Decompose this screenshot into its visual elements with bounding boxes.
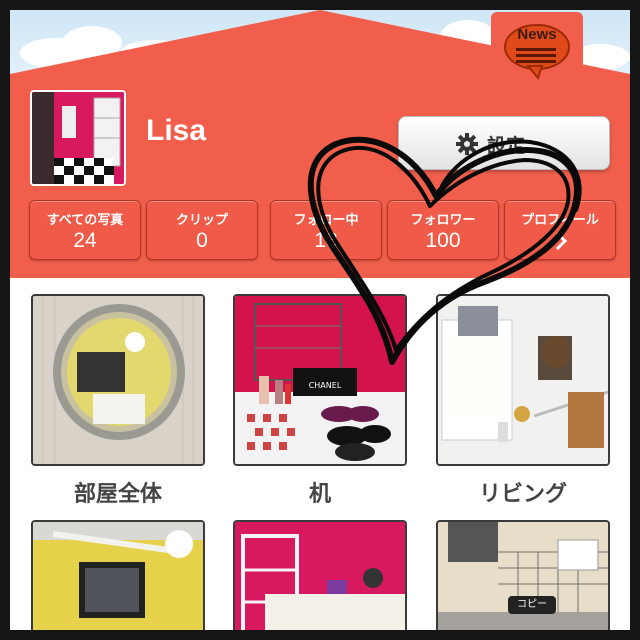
- stat-label: フォロー中: [293, 213, 359, 228]
- room-photo-desk[interactable]: CHANEL: [233, 294, 407, 466]
- stat-all-photos[interactable]: すべての写真 24: [29, 200, 141, 260]
- room-photo-whole-room[interactable]: [31, 294, 205, 466]
- stat-label: クリップ: [175, 213, 228, 228]
- gear-icon: [456, 133, 478, 155]
- room-label-desk: 机: [308, 482, 331, 507]
- stat-value: 13: [314, 229, 338, 252]
- room-photo-pink-room[interactable]: [233, 520, 407, 630]
- room-label-whole-room: 部屋全体: [73, 482, 162, 507]
- room-label-living: リビング: [478, 482, 567, 507]
- settings-button[interactable]: 設定: [398, 116, 610, 170]
- room-photo-living[interactable]: [436, 294, 610, 466]
- avatar-photo: [32, 92, 124, 184]
- app-screen: News Lisa 設定 すべての写真 24 クリップ 0 フォロー中 13 フ…: [10, 10, 630, 630]
- room-photo-yellow-room[interactable]: [31, 520, 205, 630]
- stat-clips[interactable]: クリップ 0: [146, 200, 258, 260]
- chevron-right-icon: [555, 231, 568, 251]
- stat-value: 0: [196, 229, 208, 252]
- photo-frame: News Lisa 設定 すべての写真 24 クリップ 0 フォロー中 13 フ…: [0, 0, 640, 640]
- news-label: News: [517, 26, 557, 43]
- stat-following[interactable]: フォロー中 13: [270, 200, 382, 260]
- news-button[interactable]: News: [491, 12, 583, 88]
- photo-desk: CHANEL: [235, 296, 405, 464]
- settings-label: 設定: [487, 135, 526, 157]
- stat-value: 100: [425, 229, 461, 252]
- stat-label: プロフィール: [521, 213, 599, 228]
- stat-label: フォロワー: [410, 213, 476, 228]
- photo-living: [438, 296, 608, 464]
- stat-followers[interactable]: フォロワー 100: [387, 200, 499, 260]
- username: Lisa: [146, 114, 207, 147]
- photo-yellow-room: [33, 522, 203, 630]
- avatar[interactable]: [30, 90, 126, 186]
- photo-mirror: [33, 296, 203, 464]
- photo-pink-room: [235, 522, 405, 630]
- stat-profile[interactable]: プロフィール: [504, 200, 616, 260]
- copy-badge[interactable]: コピー: [508, 596, 556, 614]
- stat-label: すべての写真: [46, 213, 124, 228]
- chanel-box-text: CHANEL: [309, 381, 342, 390]
- stat-value: 24: [73, 229, 97, 252]
